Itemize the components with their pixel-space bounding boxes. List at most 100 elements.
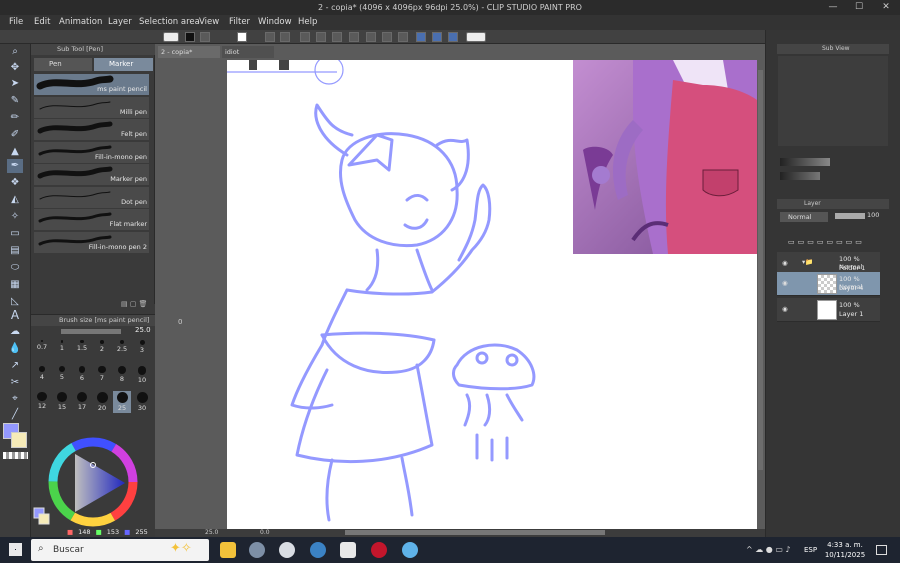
brush-size-option[interactable]: 3 [133,339,151,361]
horizontal-scrollbar[interactable] [345,530,605,535]
visibility-eye-icon[interactable]: ◉ [782,279,788,287]
move-tool-icon[interactable]: ✥ [7,61,23,75]
file-explorer-icon[interactable] [220,542,236,558]
brush-item[interactable]: Marker pen [34,164,149,186]
color-wheel[interactable] [31,430,155,537]
blend-mode-select[interactable]: Normal [780,212,828,222]
tab-pen[interactable]: Pen [34,58,92,71]
auto-select-tool-icon[interactable]: ⌖ [7,392,23,406]
zoom-tool-icon[interactable]: ⌕ [7,45,23,59]
menu-layer[interactable]: Layer [108,15,132,30]
eraser-tool-icon[interactable]: ◭ [7,193,23,207]
brush-size-option[interactable]: 30 [133,391,151,413]
brush-size-option[interactable]: 4 [33,365,51,387]
brush-size-option[interactable]: 1 [53,339,71,361]
airbrush-tool-icon[interactable]: ▲ [7,145,23,159]
brush-size-option[interactable]: 8 [113,365,131,387]
snap-grid-icon[interactable] [432,32,442,42]
pencil-tool-icon[interactable]: ✏ [7,111,23,125]
brush-tool-icon[interactable]: ✐ [7,128,23,142]
brush-size-slider[interactable] [61,329,121,334]
visibility-eye-icon[interactable]: ◉ [782,305,788,313]
snap-ruler-icon[interactable] [416,32,426,42]
sparkle-icon[interactable]: ✦✧ [170,541,192,556]
brush-size-option[interactable]: 6 [73,365,91,387]
brush-size-option[interactable]: 1.5 [73,339,91,361]
brush-size-option[interactable]: 5 [53,365,71,387]
menu-view[interactable]: View [199,15,219,30]
open-icon[interactable] [200,32,210,42]
frame-tool-icon[interactable]: ▦ [7,278,23,292]
menu-selection-area[interactable]: Selection area [139,15,200,30]
grid-icon[interactable] [398,32,408,42]
brush-item[interactable]: Fill-in-mono pen 2 [34,231,149,254]
menu-animation[interactable]: Animation [59,15,102,30]
layer-tool-icons[interactable]: ▭▭▭▭▭▭▭▭ [788,238,865,246]
paint-icon[interactable] [402,542,418,558]
snap-icon[interactable] [366,32,376,42]
ruler-tool-icon[interactable]: ◺ [7,295,23,309]
snap-special-icon[interactable] [448,32,458,42]
brush-size-option[interactable]: 7 [93,365,111,387]
brush-size-option[interactable]: 10 [133,365,151,387]
visibility-eye-icon[interactable]: ◉ [782,259,788,267]
save-icon[interactable] [237,32,247,42]
gradient-tool-icon[interactable]: ▤ [7,244,23,258]
eyedropper-tool-icon[interactable]: 💧 [7,342,23,356]
tab-document-idiot[interactable]: idiot [222,46,274,58]
menu-window[interactable]: Window [258,15,292,30]
layer-row-layer4[interactable]: ◉ 100 % Normal Layer 4 [777,272,880,296]
brush-size-option[interactable]: 0.7 [33,339,51,361]
text-tool-icon[interactable]: A [7,308,23,322]
notification-icon[interactable] [876,545,887,555]
close-button[interactable]: ✕ [873,0,899,15]
fill-tool-icon[interactable]: ▭ [7,227,23,241]
new-file-icon[interactable] [185,32,195,42]
select-icon[interactable] [316,32,326,42]
brush-size-option[interactable]: 15 [53,391,71,413]
taskbar-clock[interactable]: 4:33 a. m. 10/11/2025 [820,540,870,562]
brush-size-option[interactable]: 12 [33,391,51,413]
correct-line-tool-icon[interactable]: ↗ [7,359,23,373]
transparent-color-swatch[interactable] [3,452,28,459]
decoration-tool-icon[interactable]: ❖ [7,176,23,190]
menu-help[interactable]: Help [298,15,317,30]
brush-item[interactable]: Milli pen [34,96,149,119]
clear-icon[interactable] [349,32,359,42]
balloon-tool-icon[interactable]: ☁ [7,325,23,339]
opera-icon[interactable] [371,542,387,558]
menu-file[interactable]: File [9,15,23,30]
blend-tool-icon[interactable]: ✧ [7,210,23,224]
figure-tool-icon[interactable]: ⬭ [7,261,23,275]
windows-start-icon[interactable] [9,543,22,556]
brush-item[interactable]: ms paint pencil [34,74,149,96]
brush-size-option[interactable]: 2.5 [113,339,131,361]
brush-size-option[interactable]: 2 [93,339,111,361]
line-tool-icon[interactable]: ╱ [7,408,23,422]
ruler-icon[interactable] [382,32,392,42]
fill-icon[interactable] [332,32,342,42]
tab-marker[interactable]: Marker [94,58,153,71]
undo-icon[interactable] [265,32,275,42]
redo-icon[interactable] [280,32,290,42]
operation-tool-icon[interactable]: ➤ [7,77,23,91]
language-indicator[interactable]: ESP [804,546,817,554]
marker-tool-icon[interactable]: ✒ [7,159,23,173]
menu-edit[interactable]: Edit [34,15,50,30]
minimize-button[interactable]: — [820,0,846,15]
clip-studio-icon[interactable] [163,32,179,42]
selection-tool-icon[interactable]: ✂ [7,376,23,390]
brush-size-option[interactable]: 25 [113,391,131,413]
pen-tool-icon[interactable]: ✎ [7,94,23,108]
brush-item[interactable]: Felt pen [34,119,149,141]
layer-row-layer1[interactable]: ◉ 100 % Layer 1 [777,298,880,322]
brush-size-option[interactable]: 17 [73,391,91,413]
brush-item[interactable]: Dot pen [34,186,149,209]
menu-filter[interactable]: Filter [229,15,250,30]
sub-color-swatch[interactable] [11,432,27,448]
vertical-scrollbar[interactable] [758,70,763,470]
browser-icon[interactable] [310,542,326,558]
help-icon[interactable] [466,32,486,42]
tab-document-active[interactable]: 2 - copia* [158,46,220,58]
brush-item[interactable]: Flat marker [34,209,149,231]
